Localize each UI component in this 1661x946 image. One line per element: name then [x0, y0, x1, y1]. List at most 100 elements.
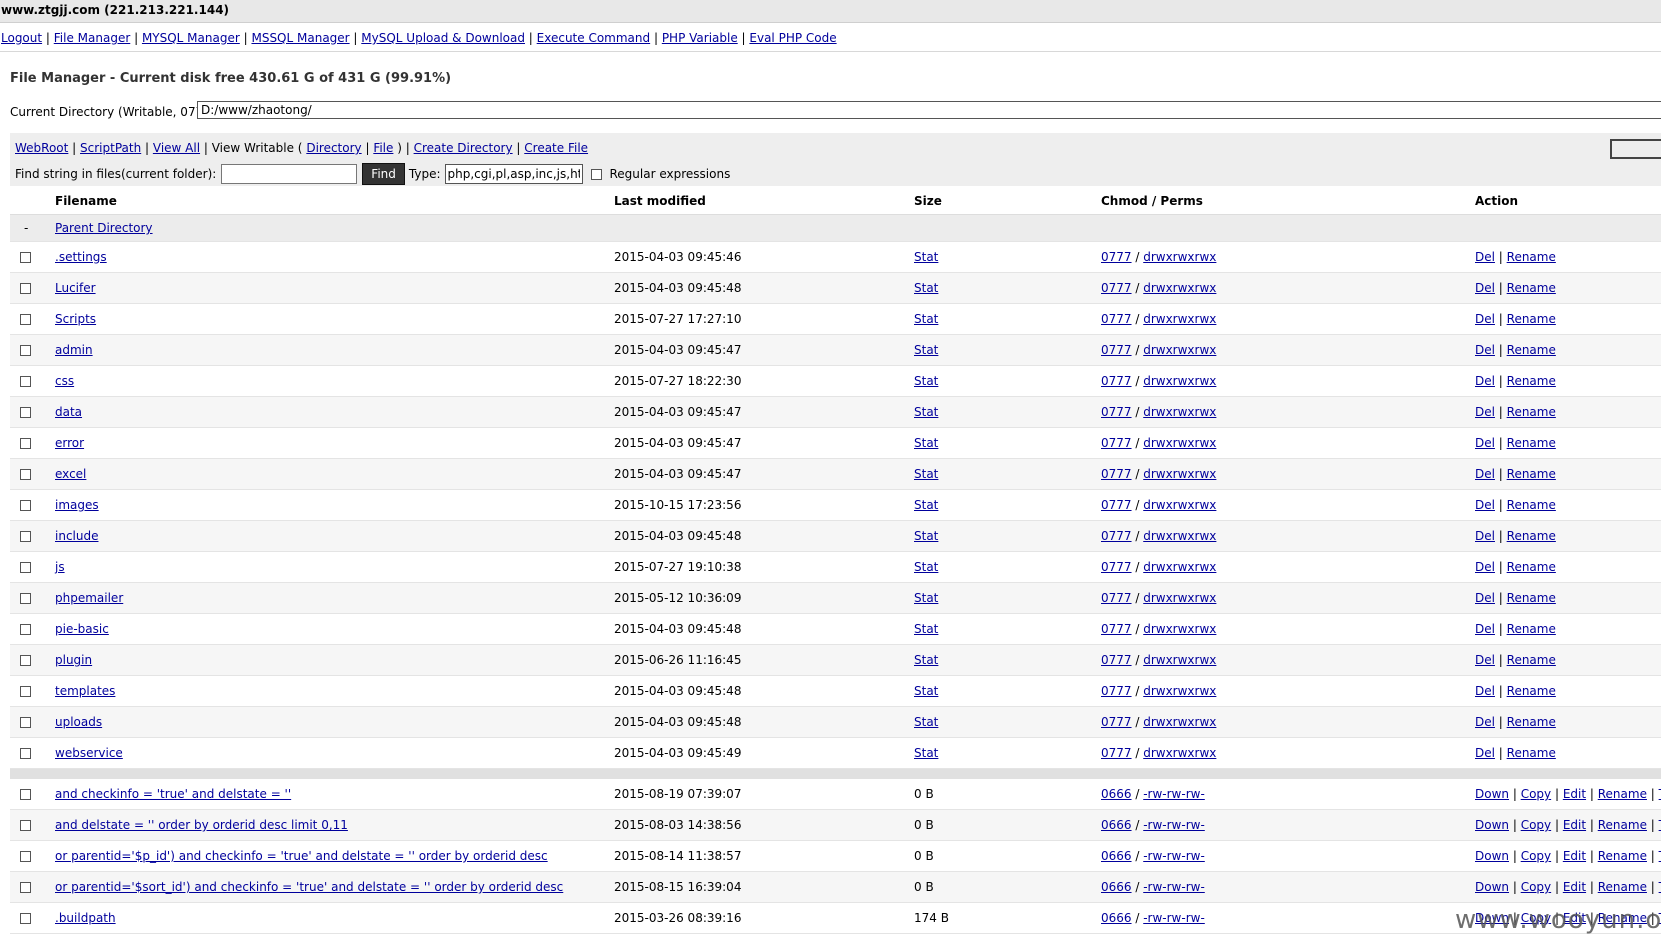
del-link[interactable]: Del — [1475, 281, 1495, 295]
del-link[interactable]: Del — [1475, 436, 1495, 450]
copy-link[interactable]: Copy — [1521, 787, 1551, 801]
row-checkbox[interactable] — [20, 407, 31, 418]
regex-checkbox[interactable] — [590, 168, 602, 180]
down-link[interactable]: Down — [1475, 818, 1509, 832]
chmod-link[interactable]: 0777 — [1101, 498, 1132, 512]
file-name-link[interactable]: or parentid='$p_id') and checkinfo = 'tr… — [55, 841, 548, 872]
chmod-link[interactable]: 0777 — [1101, 529, 1132, 543]
rename-link[interactable]: Rename — [1507, 374, 1556, 388]
perms-link[interactable]: drwxrwxrwx — [1143, 746, 1216, 760]
del-link[interactable]: Del — [1475, 250, 1495, 264]
chmod-link[interactable]: 0666 — [1101, 818, 1132, 832]
dir-name-link[interactable]: pie-basic — [55, 614, 109, 645]
menu-mssql-manager[interactable]: MSSQL Manager — [251, 31, 349, 45]
perms-link[interactable]: drwxrwxrwx — [1143, 529, 1216, 543]
menu-logout[interactable]: Logout — [1, 31, 42, 45]
perms-link[interactable]: drwxrwxrwx — [1143, 374, 1216, 388]
del-link[interactable]: Del — [1475, 746, 1495, 760]
perms-link[interactable]: -rw-rw-rw- — [1143, 849, 1205, 863]
rename-link[interactable]: Rename — [1507, 312, 1556, 326]
perms-link[interactable]: -rw-rw-rw- — [1143, 911, 1205, 925]
stat-link[interactable]: Stat — [914, 552, 938, 583]
perms-link[interactable]: -rw-rw-rw- — [1143, 880, 1205, 894]
menu-php-variable[interactable]: PHP Variable — [662, 31, 738, 45]
create-file-link[interactable]: Create File — [524, 141, 588, 155]
find-input[interactable] — [221, 164, 358, 184]
perms-link[interactable]: drwxrwxrwx — [1143, 684, 1216, 698]
perms-link[interactable]: drwxrwxrwx — [1143, 498, 1216, 512]
perms-link[interactable]: drwxrwxrwx — [1143, 715, 1216, 729]
del-link[interactable]: Del — [1475, 312, 1495, 326]
perms-link[interactable]: drwxrwxrwx — [1143, 281, 1216, 295]
file-name-link[interactable]: .buildpath — [55, 903, 116, 934]
del-link[interactable]: Del — [1475, 560, 1495, 574]
row-checkbox[interactable] — [20, 913, 31, 924]
rename-link[interactable]: Rename — [1507, 653, 1556, 667]
dir-name-link[interactable]: .settings — [55, 242, 107, 273]
del-link[interactable]: Del — [1475, 622, 1495, 636]
rename-link[interactable]: Rename — [1507, 591, 1556, 605]
row-checkbox[interactable] — [20, 851, 31, 862]
del-link[interactable]: Del — [1475, 591, 1495, 605]
row-checkbox[interactable] — [20, 717, 31, 728]
parent-directory-link[interactable]: Parent Directory — [55, 215, 153, 242]
rename-link[interactable]: Rename — [1507, 343, 1556, 357]
chmod-link[interactable]: 0777 — [1101, 746, 1132, 760]
stat-link[interactable]: Stat — [914, 707, 938, 738]
rename-link[interactable]: Rename — [1507, 405, 1556, 419]
rename-link[interactable]: Rename — [1507, 250, 1556, 264]
stat-link[interactable]: Stat — [914, 273, 938, 304]
rename-link[interactable]: Rename — [1507, 560, 1556, 574]
dir-name-link[interactable]: css — [55, 366, 74, 397]
menu-mysql-manager[interactable]: MYSQL Manager — [142, 31, 240, 45]
menu-eval-php-code[interactable]: Eval PHP Code — [749, 31, 836, 45]
stat-link[interactable]: Stat — [914, 614, 938, 645]
type-input[interactable] — [444, 164, 583, 184]
rename-link[interactable]: Rename — [1507, 746, 1556, 760]
rename-link[interactable]: Rename — [1598, 787, 1647, 801]
dir-name-link[interactable]: Lucifer — [55, 273, 96, 304]
down-link[interactable]: Down — [1475, 849, 1509, 863]
edit-link[interactable]: Edit — [1563, 818, 1586, 832]
row-checkbox[interactable] — [20, 789, 31, 800]
view-writable-directory-link[interactable]: Directory — [306, 141, 361, 155]
create-directory-link[interactable]: Create Directory — [414, 141, 513, 155]
dir-name-link[interactable]: admin — [55, 335, 93, 366]
dir-name-link[interactable]: Scripts — [55, 304, 96, 335]
edit-link[interactable]: Edit — [1563, 849, 1586, 863]
chmod-link[interactable]: 0777 — [1101, 436, 1132, 450]
current-directory-input[interactable] — [197, 101, 1661, 119]
chmod-link[interactable]: 0777 — [1101, 560, 1132, 574]
del-link[interactable]: Del — [1475, 684, 1495, 698]
view-writable-file-link[interactable]: File — [373, 141, 393, 155]
chmod-link[interactable]: 0666 — [1101, 911, 1132, 925]
chmod-link[interactable]: 0777 — [1101, 405, 1132, 419]
stat-link[interactable]: Stat — [914, 490, 938, 521]
del-link[interactable]: Del — [1475, 405, 1495, 419]
del-link[interactable]: Del — [1475, 498, 1495, 512]
file-name-link[interactable]: and delstate = '' order by orderid desc … — [55, 810, 348, 841]
stat-link[interactable]: Stat — [914, 583, 938, 614]
row-checkbox[interactable] — [20, 345, 31, 356]
chmod-link[interactable]: 0777 — [1101, 467, 1132, 481]
edit-link[interactable]: Edit — [1563, 880, 1586, 894]
dir-name-link[interactable]: excel — [55, 459, 86, 490]
row-checkbox[interactable] — [20, 500, 31, 511]
del-link[interactable]: Del — [1475, 529, 1495, 543]
row-checkbox[interactable] — [20, 314, 31, 325]
row-checkbox[interactable] — [20, 624, 31, 635]
stat-link[interactable]: Stat — [914, 521, 938, 552]
row-checkbox[interactable] — [20, 283, 31, 294]
menu-mysql-upload-download[interactable]: MySQL Upload & Download — [361, 31, 525, 45]
stat-link[interactable]: Stat — [914, 459, 938, 490]
dir-name-link[interactable]: templates — [55, 676, 115, 707]
chmod-link[interactable]: 0666 — [1101, 880, 1132, 894]
rename-link[interactable]: Rename — [1507, 529, 1556, 543]
scriptpath-link[interactable]: ScriptPath — [80, 141, 141, 155]
rename-link[interactable]: Rename — [1507, 684, 1556, 698]
row-checkbox[interactable] — [20, 531, 31, 542]
dir-name-link[interactable]: phpemailer — [55, 583, 123, 614]
row-checkbox[interactable] — [20, 686, 31, 697]
stat-link[interactable]: Stat — [914, 676, 938, 707]
row-checkbox[interactable] — [20, 469, 31, 480]
